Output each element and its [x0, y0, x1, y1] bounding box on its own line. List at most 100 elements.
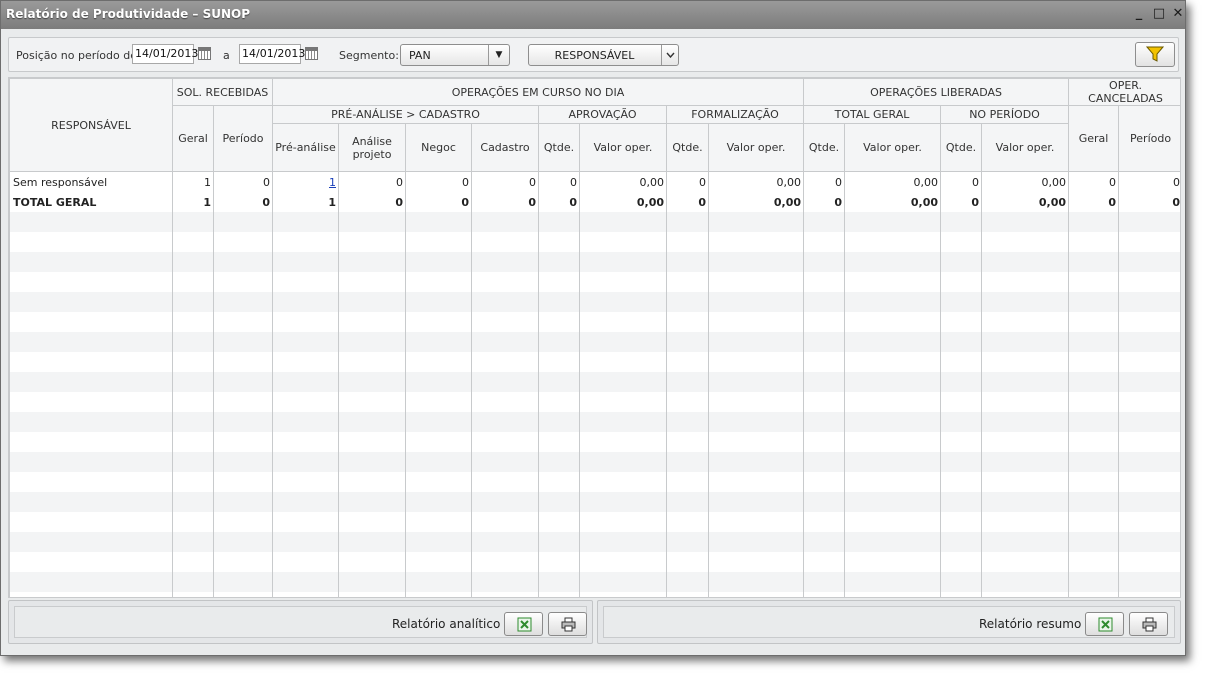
empty-cell: [579, 512, 667, 532]
print-analitico-button[interactable]: [548, 612, 587, 636]
col-lib-valor[interactable]: Valor oper.: [844, 123, 941, 172]
empty-cell: [708, 572, 804, 592]
empty-cell: [213, 532, 273, 552]
empty-cell: [272, 572, 339, 592]
empty-cell: [980, 492, 1070, 512]
cell: 0: [940, 192, 982, 212]
col-per-valor[interactable]: Valor oper.: [980, 123, 1070, 172]
empty-cell: [980, 332, 1070, 352]
empty-cell: [940, 432, 982, 452]
col-negoc[interactable]: Negoc: [405, 123, 472, 172]
date-to-input[interactable]: 14/01/2013: [239, 44, 305, 64]
empty-row: [9, 592, 1180, 597]
empty-cell: [980, 372, 1070, 392]
empty-cell: [708, 592, 804, 597]
table-row[interactable]: Sem responsável 1 0 1 0 0 0 0 0,00 0 0,0…: [9, 171, 1180, 192]
empty-cell: [579, 552, 667, 572]
col-pre-analise[interactable]: Pré-análise: [272, 123, 339, 172]
empty-cell: [980, 392, 1070, 412]
empty-cell: [803, 332, 845, 352]
empty-cell: [272, 232, 339, 252]
col-aprov-valor[interactable]: Valor oper.: [579, 123, 667, 172]
empty-cell: [579, 572, 667, 592]
empty-cell: [1068, 252, 1120, 272]
calendar-icon[interactable]: [198, 47, 211, 60]
col-canc-geral[interactable]: Geral: [1068, 105, 1120, 172]
empty-cell: [272, 392, 339, 412]
date-from-input[interactable]: 14/01/2013: [132, 44, 198, 64]
empty-cell: [338, 232, 406, 252]
empty-cell: [9, 332, 173, 352]
empty-cell: [844, 312, 941, 332]
chevron-down-icon[interactable]: [661, 45, 678, 65]
empty-cell: [471, 492, 539, 512]
col-responsavel[interactable]: RESPONSÁVEL: [9, 78, 173, 172]
title-bar[interactable]: Relatório de Produtividade – SUNOP _ □ ✕: [1, 1, 1185, 29]
cell: 0,00: [708, 171, 804, 192]
maximize-button[interactable]: □: [1152, 7, 1166, 21]
col-analise-projeto[interactable]: Análise projeto: [338, 123, 406, 172]
empty-cell: [471, 452, 539, 472]
empty-cell: [666, 472, 709, 492]
total-row[interactable]: TOTAL GERAL 1 0 1 0 0 0 0 0,00 0 0,00 0 …: [9, 192, 1180, 212]
empty-cell: [1118, 432, 1180, 452]
empty-cell: [338, 572, 406, 592]
col-form-valor[interactable]: Valor oper.: [708, 123, 804, 172]
empty-cell: [940, 492, 982, 512]
empty-cell: [940, 352, 982, 372]
minimize-button[interactable]: _: [1132, 7, 1146, 21]
col-sol-periodo[interactable]: Período: [213, 105, 273, 172]
empty-cell: [1068, 232, 1120, 252]
empty-cell: [940, 392, 982, 412]
col-canc-periodo[interactable]: Período: [1118, 105, 1180, 172]
empty-cell: [708, 392, 804, 412]
group-pre-cadastro: PRÉ-ANÁLISE > CADASTRO: [272, 105, 539, 124]
empty-cell: [338, 512, 406, 532]
empty-cell: [1068, 332, 1120, 352]
cell: 1: [172, 192, 214, 212]
apply-filter-button[interactable]: [1135, 42, 1175, 67]
report-table: RESPONSÁVEL SOL. RECEBIDAS OPERAÇÕES EM …: [9, 78, 1180, 597]
row-name: TOTAL GERAL: [9, 192, 173, 212]
empty-cell: [213, 472, 273, 492]
pre-analise-link[interactable]: 1: [329, 176, 336, 189]
col-cadastro[interactable]: Cadastro: [471, 123, 539, 172]
empty-row: [9, 532, 1180, 552]
empty-cell: [405, 272, 472, 292]
empty-cell: [538, 332, 580, 352]
col-sol-geral[interactable]: Geral: [172, 105, 214, 172]
col-aprov-qtde[interactable]: Qtde.: [538, 123, 580, 172]
chevron-down-icon[interactable]: ▼: [488, 45, 509, 65]
empty-cell: [272, 472, 339, 492]
col-lib-qtde[interactable]: Qtde.: [803, 123, 845, 172]
group-by-select[interactable]: RESPONSÁVEL: [528, 44, 679, 66]
empty-cell: [1068, 412, 1120, 432]
empty-cell: [338, 452, 406, 472]
empty-cell: [272, 252, 339, 272]
print-resumo-button[interactable]: [1129, 612, 1168, 636]
empty-cell: [471, 352, 539, 372]
empty-cell: [940, 592, 982, 597]
empty-cell: [538, 252, 580, 272]
cell: 0: [803, 171, 845, 192]
empty-cell: [1118, 372, 1180, 392]
empty-cell: [666, 572, 709, 592]
empty-cell: [172, 572, 214, 592]
col-form-qtde[interactable]: Qtde.: [666, 123, 709, 172]
empty-cell: [172, 512, 214, 532]
calendar-icon[interactable]: [305, 47, 318, 60]
empty-cell: [338, 372, 406, 392]
empty-cell: [1118, 492, 1180, 512]
empty-cell: [172, 272, 214, 292]
empty-cell: [666, 212, 709, 232]
empty-cell: [471, 272, 539, 292]
empty-cell: [1068, 492, 1120, 512]
cell: 0: [1068, 192, 1120, 212]
col-per-qtde[interactable]: Qtde.: [940, 123, 982, 172]
empty-cell: [708, 472, 804, 492]
export-excel-resumo-button[interactable]: [1085, 612, 1124, 636]
segment-select[interactable]: PAN ▼: [400, 44, 510, 66]
export-excel-analitico-button[interactable]: [504, 612, 543, 636]
close-button[interactable]: ✕: [1171, 7, 1185, 21]
empty-cell: [666, 552, 709, 572]
